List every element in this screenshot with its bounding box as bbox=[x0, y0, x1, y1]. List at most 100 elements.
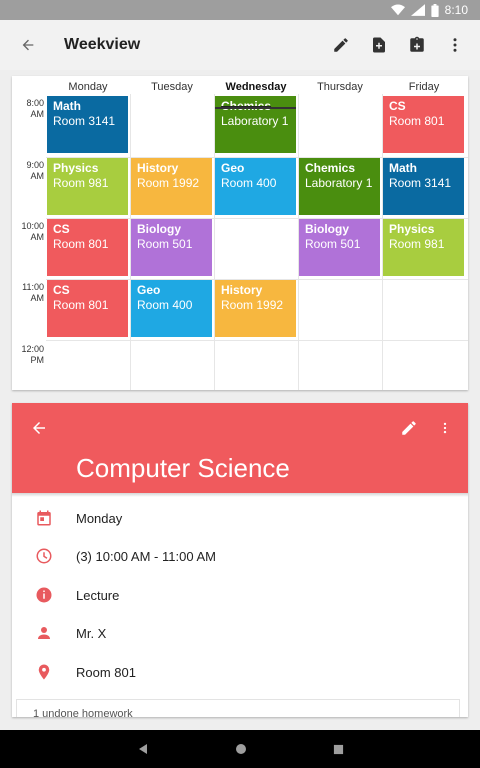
time-ampm: PM bbox=[30, 355, 45, 365]
lesson-room: Room 981 bbox=[53, 176, 109, 190]
lesson-room: Room 3141 bbox=[53, 114, 116, 128]
status-time: 8:10 bbox=[444, 3, 468, 17]
lesson-subject: Biology bbox=[137, 222, 181, 236]
lesson-room: Room 1992 bbox=[221, 298, 284, 312]
lesson-block[interactable]: Math Room 3141 bbox=[47, 96, 128, 153]
lesson-block[interactable]: Physics Room 981 bbox=[47, 158, 128, 215]
app-toolbar: Weekview bbox=[0, 20, 480, 70]
lesson-block[interactable]: Physics Room 981 bbox=[383, 219, 464, 276]
lesson-subject: CS bbox=[53, 222, 70, 236]
lesson-room: Room 501 bbox=[137, 237, 193, 251]
system-nav-bar bbox=[0, 730, 480, 768]
more-vert-icon bbox=[443, 422, 447, 434]
homework-summary[interactable]: 1 undone homework bbox=[16, 699, 460, 717]
lesson-subject: Chemics bbox=[305, 161, 356, 175]
time-label-12pm: 12:00 PM bbox=[12, 344, 44, 366]
lesson-block[interactable]: Biology Room 501 bbox=[299, 219, 380, 276]
lesson-block[interactable]: Chemics Laboratory 1 bbox=[299, 158, 380, 215]
detail-row-teacher: Mr. X bbox=[12, 614, 468, 652]
time-hour: 9:00 bbox=[26, 160, 44, 170]
lesson-subject: Physics bbox=[389, 222, 435, 236]
lesson-detail-card: Computer Science Monday (3) 10:00 AM - 1… bbox=[12, 403, 468, 717]
time-label-8am: 8:00 AM bbox=[12, 98, 44, 120]
day-header-thursday: Thursday bbox=[317, 81, 363, 93]
detail-overflow-button[interactable] bbox=[438, 419, 452, 442]
header-shadow bbox=[12, 493, 468, 497]
page-title: Weekview bbox=[64, 36, 141, 53]
nav-home-icon[interactable] bbox=[235, 743, 247, 755]
pencil-icon bbox=[402, 421, 416, 435]
week-timetable: Monday Tuesday Wednesday Thursday Friday… bbox=[12, 76, 468, 390]
arrow-back-icon bbox=[33, 422, 45, 434]
lesson-subject: Biology bbox=[305, 222, 349, 236]
detail-back-button[interactable] bbox=[30, 419, 48, 442]
lesson-room: Room 801 bbox=[53, 298, 109, 312]
lesson-block[interactable]: CS Room 801 bbox=[47, 219, 128, 276]
edit-button[interactable] bbox=[322, 20, 360, 70]
lesson-subject: History bbox=[137, 161, 179, 175]
lesson-subject: Math bbox=[53, 99, 81, 113]
lesson-block[interactable]: Math Room 3141 bbox=[383, 158, 464, 215]
lesson-block[interactable]: CS Room 801 bbox=[383, 96, 464, 153]
time-ampm: AM bbox=[30, 232, 45, 242]
lesson-room: Room 801 bbox=[53, 237, 109, 251]
detail-header: Computer Science bbox=[12, 403, 468, 493]
day-header-tuesday: Tuesday bbox=[151, 81, 193, 93]
lesson-room: Room 3141 bbox=[389, 176, 452, 190]
lesson-block[interactable]: Geo Room 400 bbox=[131, 280, 212, 337]
lesson-teacher: Mr. X bbox=[76, 625, 107, 641]
detail-row-type: Lecture bbox=[12, 576, 468, 614]
lesson-subject: Math bbox=[389, 161, 417, 175]
time-hour: 11:00 bbox=[22, 282, 44, 292]
cancel-strike bbox=[215, 107, 296, 109]
lesson-block[interactable]: Biology Room 501 bbox=[131, 219, 212, 276]
pencil-icon bbox=[334, 38, 348, 52]
lesson-subject: Physics bbox=[53, 161, 99, 175]
info-icon bbox=[36, 587, 52, 603]
clock-icon bbox=[36, 548, 52, 564]
lesson-subject: CS bbox=[53, 283, 70, 297]
lesson-room: Laboratory 1 bbox=[305, 176, 373, 190]
arrow-back-icon bbox=[22, 39, 34, 51]
detail-edit-button[interactable] bbox=[400, 419, 418, 442]
lesson-subject: Geo bbox=[137, 283, 161, 297]
lesson-block[interactable]: History Room 1992 bbox=[215, 280, 296, 337]
lesson-room: Room 801 bbox=[76, 664, 136, 680]
clipboard-add-icon bbox=[410, 36, 424, 52]
wifi-icon bbox=[390, 4, 405, 16]
time-ampm: AM bbox=[30, 171, 45, 181]
time-label-10am: 10:00 AM bbox=[12, 221, 44, 243]
more-vert-icon bbox=[453, 38, 457, 52]
overflow-menu-button[interactable] bbox=[436, 20, 474, 70]
lesson-block-cancelled[interactable]: Chemics Laboratory 1 bbox=[215, 96, 296, 153]
lesson-title: Computer Science bbox=[76, 453, 290, 483]
time-hour: 12:00 bbox=[21, 344, 44, 354]
nav-back-icon[interactable] bbox=[137, 743, 149, 755]
lesson-block[interactable]: Geo Room 400 bbox=[215, 158, 296, 215]
lesson-room: Room 1992 bbox=[137, 176, 200, 190]
lesson-block[interactable]: History Room 1992 bbox=[131, 158, 212, 215]
time-hour: 8:00 bbox=[26, 98, 44, 108]
day-header-wednesday: Wednesday bbox=[225, 81, 287, 93]
time-label-11am: 11:00 AM bbox=[12, 282, 44, 304]
lesson-room: Room 400 bbox=[137, 298, 193, 312]
time-hour: 10:00 bbox=[21, 221, 44, 231]
nav-recents-icon[interactable] bbox=[333, 744, 344, 755]
lesson-subject: CS bbox=[389, 99, 406, 113]
calendar-icon bbox=[37, 510, 51, 526]
lesson-room: Room 801 bbox=[389, 114, 445, 128]
note-add-icon bbox=[373, 37, 385, 53]
lesson-block[interactable]: CS Room 801 bbox=[47, 280, 128, 337]
time-ampm: AM bbox=[30, 293, 45, 303]
add-homework-button[interactable] bbox=[398, 20, 436, 70]
lesson-room: Laboratory 1 bbox=[221, 114, 289, 128]
lesson-subject: History bbox=[221, 283, 263, 297]
lesson-room: Room 501 bbox=[305, 237, 361, 251]
back-button[interactable] bbox=[0, 20, 56, 70]
detail-row-room: Room 801 bbox=[12, 653, 468, 691]
lesson-subject: Geo bbox=[221, 161, 245, 175]
time-label-9am: 9:00 AM bbox=[12, 160, 44, 182]
location-pin-icon bbox=[38, 664, 50, 680]
status-bar: 8:10 bbox=[0, 0, 480, 20]
add-lesson-button[interactable] bbox=[360, 20, 398, 70]
